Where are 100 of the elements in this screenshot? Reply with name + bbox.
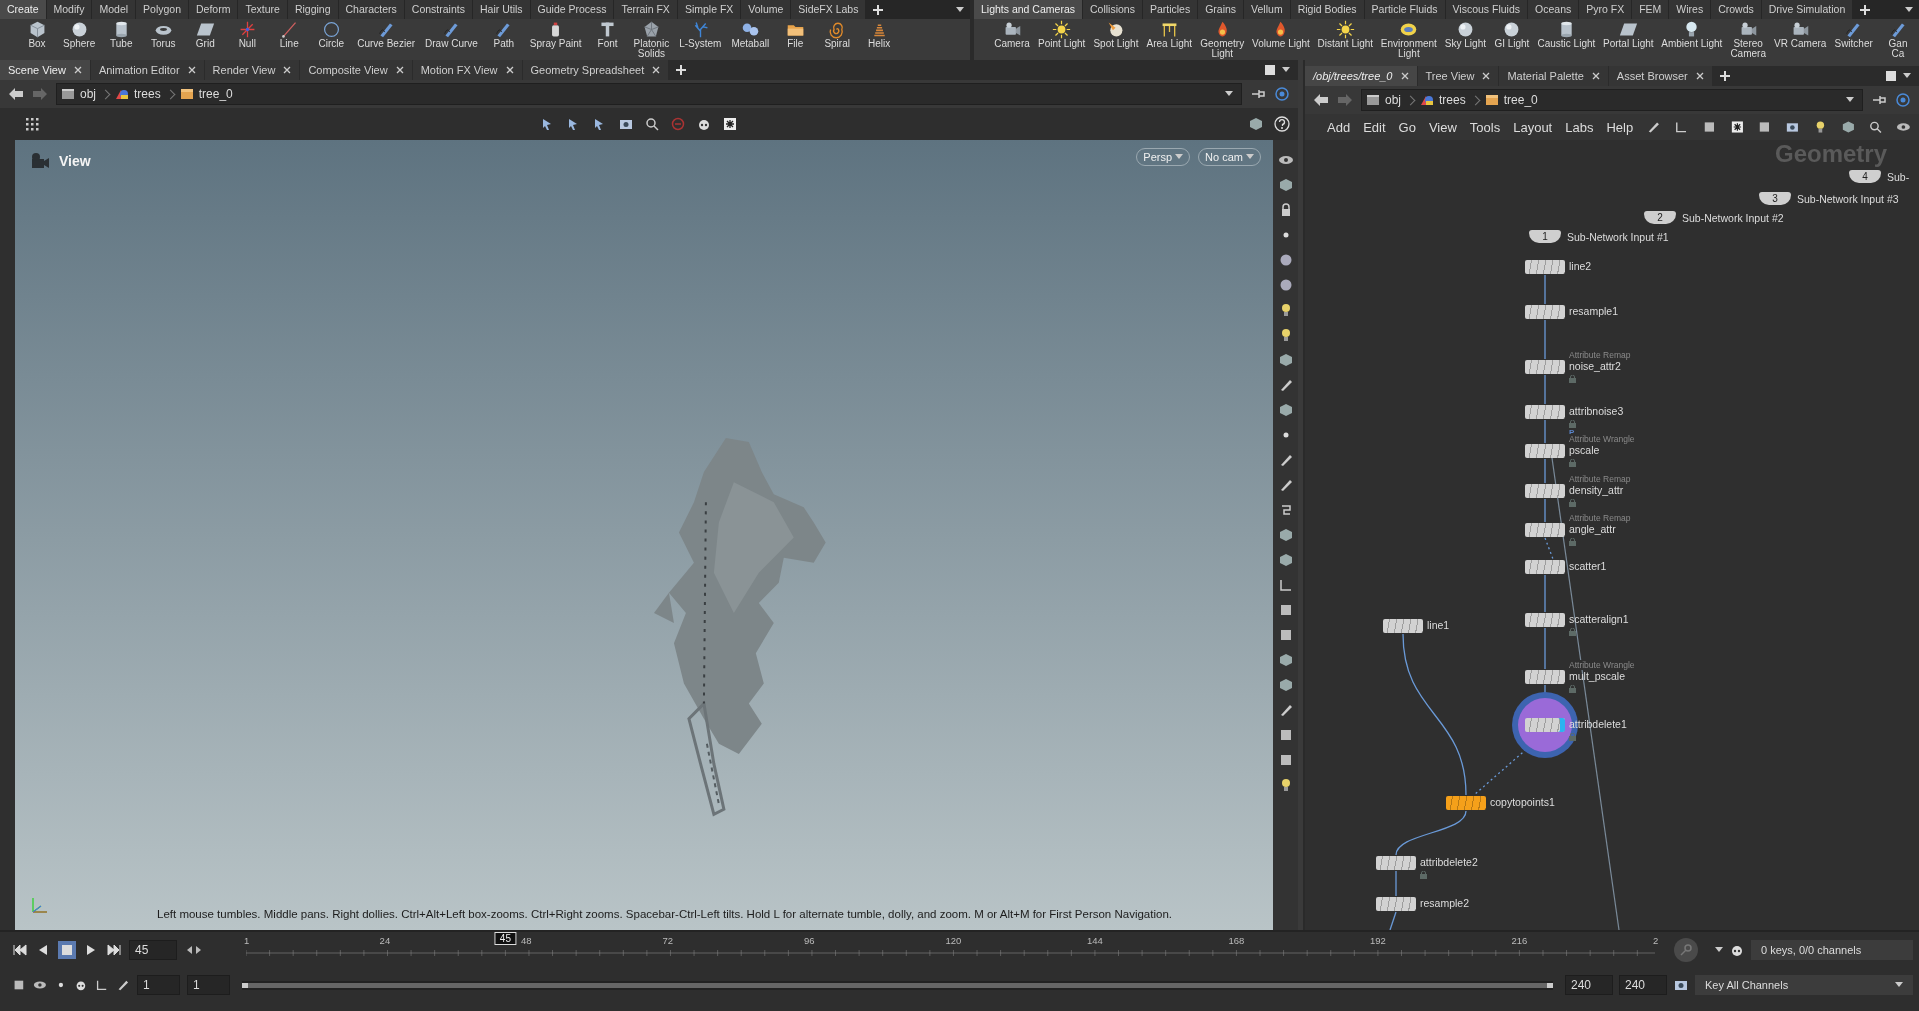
network-node[interactable] xyxy=(1525,405,1565,419)
shelf-tab[interactable]: SideFX Labs xyxy=(791,0,866,19)
line-icon[interactable] xyxy=(1674,119,1689,135)
shelf-tab[interactable]: Constraints xyxy=(404,0,472,19)
shelf-tool-button[interactable]: Caustic Light xyxy=(1533,20,1600,49)
close-icon[interactable] xyxy=(395,66,404,74)
shelf-tab[interactable]: Texture xyxy=(238,0,287,19)
shelf-tab[interactable]: Deform xyxy=(189,0,238,19)
cube-icon[interactable] xyxy=(1277,177,1294,193)
frame-field[interactable]: 45 xyxy=(129,940,177,960)
shelf-tool-button[interactable]: GI Light xyxy=(1490,20,1534,49)
close-icon[interactable] xyxy=(652,66,661,74)
shelf-tool-button[interactable]: L-System xyxy=(674,20,727,49)
shelf-tool-button[interactable]: Draw Curve xyxy=(420,20,483,49)
shelf-tab[interactable]: Grains xyxy=(1198,0,1244,19)
add-tab-icon[interactable] xyxy=(1718,70,1731,82)
zoom-icon[interactable] xyxy=(1868,119,1884,135)
shelf-tool-button[interactable]: Area Light xyxy=(1142,20,1197,49)
pane-tab[interactable]: Material Palette xyxy=(1499,66,1608,86)
shelf-tool-button[interactable]: Point Light xyxy=(1034,20,1090,49)
end-frame-field[interactable]: 240 xyxy=(1619,975,1667,995)
line-icon[interactable] xyxy=(1277,577,1294,593)
grid-menu-icon[interactable] xyxy=(24,116,40,132)
network-node[interactable] xyxy=(1525,523,1565,537)
add-tab-icon[interactable] xyxy=(872,3,885,16)
shelf-tab[interactable]: Pyro FX xyxy=(1579,0,1632,19)
shelf-tab[interactable]: Guide Process xyxy=(530,0,614,19)
cube-icon[interactable] xyxy=(1277,552,1294,568)
caret-icon[interactable] xyxy=(1903,73,1911,79)
shelf-tool-button[interactable]: Distant Light xyxy=(1313,20,1377,49)
cube-icon[interactable] xyxy=(1277,677,1294,693)
shelf-tool-button[interactable]: Grid xyxy=(184,20,227,49)
path-crumb[interactable]: obj xyxy=(1366,93,1401,107)
shelf-tab[interactable]: Modify xyxy=(46,0,92,19)
menu-item[interactable]: Add xyxy=(1327,119,1351,135)
shelf-tab[interactable]: Terrain FX xyxy=(614,0,677,19)
menu-item[interactable]: Go xyxy=(1398,119,1416,135)
shelf-tool-button[interactable]: Platonic Solids xyxy=(628,20,675,59)
shelf-tab[interactable]: Oceans xyxy=(1528,0,1579,19)
caret-icon[interactable] xyxy=(1895,982,1903,988)
first-frame-icon[interactable] xyxy=(12,943,28,957)
network-node[interactable] xyxy=(1376,897,1416,911)
cube-icon[interactable] xyxy=(1277,652,1294,668)
network-node[interactable] xyxy=(1525,360,1565,374)
shelf-tool-button[interactable]: Gan Ca xyxy=(1877,20,1919,59)
shelf-tab[interactable]: Volume xyxy=(741,0,791,19)
shelf-tab[interactable]: Polygon xyxy=(136,0,188,19)
pane-tab[interactable]: Motion FX View xyxy=(412,60,522,80)
shelf-tool-button[interactable]: Null xyxy=(226,20,269,49)
shelf-tool-button[interactable]: Ambient Light xyxy=(1657,20,1727,49)
shelf-tool-button[interactable]: Portal Light xyxy=(1599,20,1658,49)
help-icon[interactable] xyxy=(1274,116,1290,132)
shelf-tool-button[interactable]: Tube xyxy=(100,20,143,49)
pin-icon[interactable] xyxy=(1250,87,1266,101)
shelf-tab[interactable]: Characters xyxy=(338,0,404,19)
menu-item[interactable]: Layout xyxy=(1513,119,1553,135)
star-icon[interactable] xyxy=(1729,119,1745,135)
subnet-input-node[interactable]: 1 xyxy=(1529,230,1561,243)
menu-item[interactable]: Edit xyxy=(1363,119,1386,135)
network-node[interactable] xyxy=(1525,718,1565,732)
path-crumb[interactable]: trees xyxy=(115,87,161,101)
caret-icon[interactable] xyxy=(1846,97,1854,103)
key-channels-menu[interactable]: Key All Channels xyxy=(1695,975,1913,995)
shelf-tool-button[interactable]: Line xyxy=(268,20,311,49)
shelf-tool-button[interactable]: File xyxy=(774,20,817,49)
close-icon[interactable] xyxy=(1482,72,1491,80)
shelf-tool-button[interactable]: Helix xyxy=(858,20,901,49)
current-frame-marker[interactable]: 45 xyxy=(494,932,516,945)
stop-icon[interactable] xyxy=(58,941,76,959)
network-node[interactable] xyxy=(1525,670,1565,684)
close-icon[interactable] xyxy=(1400,72,1409,80)
star-icon[interactable] xyxy=(722,116,738,132)
shelf-tool-button[interactable]: Metaball xyxy=(726,20,775,49)
menu-item[interactable]: Tools xyxy=(1469,119,1501,135)
close-icon[interactable] xyxy=(283,66,292,74)
shelf-tool-button[interactable]: Geometry Light xyxy=(1196,20,1249,59)
network-node[interactable] xyxy=(1525,560,1565,574)
start-frame-field[interactable]: 1 xyxy=(186,975,231,995)
network-node[interactable] xyxy=(1525,613,1565,627)
last-frame-icon[interactable] xyxy=(106,943,122,957)
zoom-icon[interactable] xyxy=(644,116,660,132)
shelf-tab[interactable]: Rigging xyxy=(287,0,338,19)
cube-icon[interactable] xyxy=(1248,116,1264,132)
path-crumb[interactable]: tree_0 xyxy=(179,87,233,101)
close-icon[interactable] xyxy=(187,66,196,74)
cube-icon[interactable] xyxy=(1840,119,1856,135)
path-crumb[interactable]: obj xyxy=(61,87,96,101)
shelf-tool-button[interactable]: VR Camera xyxy=(1770,20,1831,49)
path-crumb[interactable]: trees xyxy=(1420,93,1466,107)
caret-icon[interactable] xyxy=(956,6,964,13)
network-node[interactable] xyxy=(1525,484,1565,498)
pane-tab[interactable]: Geometry Spreadsheet xyxy=(522,60,669,80)
shelf-tool-button[interactable]: Path xyxy=(482,20,525,49)
shelf-tool-button[interactable]: Environment Light xyxy=(1376,20,1441,59)
shelf-tab[interactable]: Collisions xyxy=(1082,0,1142,19)
path-bar[interactable]: obj trees tree_0 xyxy=(56,83,1242,105)
shelf-tab[interactable]: Drive Simulation xyxy=(1761,0,1853,19)
shelf-tool-button[interactable]: Volume Light xyxy=(1248,20,1314,49)
close-icon[interactable] xyxy=(73,66,82,74)
shelf-tool-button[interactable]: Spiral xyxy=(816,20,859,49)
